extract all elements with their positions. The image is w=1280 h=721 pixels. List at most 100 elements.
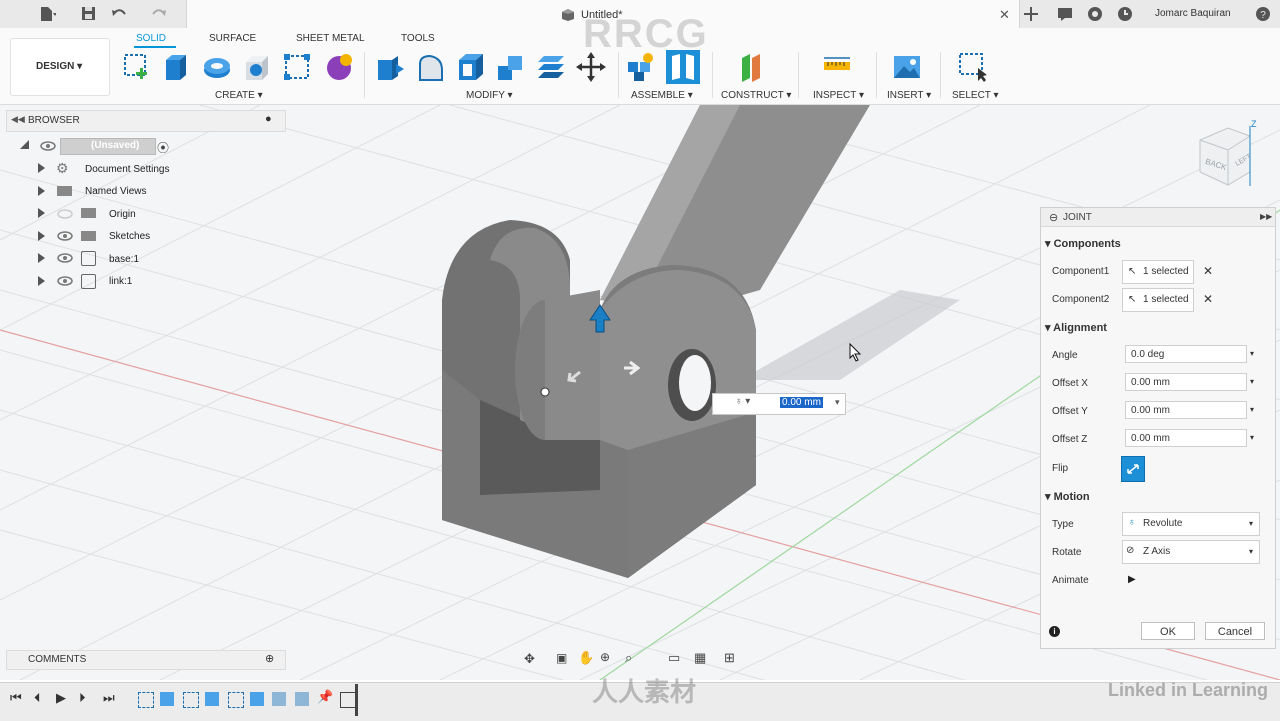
grid-settings-icon[interactable]: ▦ (694, 650, 706, 666)
expand-panel-icon[interactable]: ▶▶ (1260, 212, 1272, 221)
expand-sketches-icon[interactable] (38, 231, 45, 241)
hole-icon[interactable] (242, 52, 272, 82)
browser-item-link[interactable]: link:1 (109, 276, 132, 287)
group-inspect[interactable]: INSPECT ▾ (813, 90, 864, 101)
expand-base-icon[interactable] (38, 253, 45, 263)
chevron-down-icon[interactable]: ▾ (835, 397, 840, 408)
collapse-panel-icon[interactable]: ◀◀ (11, 114, 25, 125)
create-form-icon[interactable] (324, 52, 354, 82)
chevron-down-icon[interactable]: ▾ (1249, 519, 1253, 528)
browser-item-sketches[interactable]: Sketches (109, 231, 150, 242)
visibility-eye-icon[interactable] (57, 230, 73, 242)
clear-component1-icon[interactable]: ✕ (1203, 264, 1213, 278)
group-insert[interactable]: INSERT ▾ (887, 90, 931, 101)
motion-type-select[interactable]: Revolute (1122, 512, 1260, 536)
angle-input[interactable]: 0.0 deg (1125, 345, 1247, 363)
shell-icon[interactable] (456, 52, 486, 82)
visibility-eye-icon[interactable] (57, 252, 73, 264)
new-tab-icon[interactable] (1022, 5, 1040, 23)
group-select[interactable]: SELECT ▾ (952, 90, 999, 101)
activate-radio-icon[interactable]: ⦿ (157, 139, 169, 156)
offset-y-input[interactable]: 0.00 mm (1125, 401, 1247, 419)
offset-plane-icon[interactable] (738, 52, 768, 82)
redo-icon[interactable] (150, 5, 168, 23)
browser-item-origin[interactable]: Origin (109, 209, 136, 220)
select-icon[interactable] (958, 52, 988, 82)
expand-document-settings-icon[interactable] (38, 163, 45, 173)
tab-surface[interactable]: SURFACE (209, 33, 256, 44)
group-assemble[interactable]: ASSEMBLE ▾ (631, 90, 693, 101)
section-motion[interactable]: ▾ Motion (1045, 490, 1090, 503)
browser-item-document-settings[interactable]: Document Settings (85, 164, 170, 175)
timeline-component-feature[interactable] (272, 692, 286, 706)
chevron-down-icon[interactable]: ▾ (1250, 349, 1254, 358)
fit-zoom-icon[interactable]: ⌕ (625, 650, 632, 666)
group-modify[interactable]: MODIFY ▾ (466, 90, 513, 101)
timeline-extrude-feature[interactable] (250, 692, 264, 706)
cancel-button[interactable]: Cancel (1205, 622, 1265, 640)
file-icon[interactable] (38, 5, 56, 23)
flip-button[interactable] (1121, 456, 1145, 482)
rotate-axis-select[interactable]: Z Axis (1122, 540, 1260, 564)
browser-root-item[interactable]: (Unsaved) (60, 138, 156, 155)
group-construct[interactable]: CONSTRUCT ▾ (721, 90, 791, 101)
timeline-sketch-feature[interactable] (138, 692, 154, 708)
expand-named-views-icon[interactable] (38, 186, 45, 196)
step-forward-icon[interactable]: ⏵ (79, 690, 86, 706)
close-tab-icon[interactable]: ✕ (999, 7, 1010, 23)
expand-origin-icon[interactable] (38, 208, 45, 218)
revolve-icon[interactable] (202, 52, 232, 82)
measure-icon[interactable] (822, 52, 852, 82)
viewports-icon[interactable]: ⊞ (724, 650, 735, 666)
offset-x-input[interactable]: 0.00 mm (1125, 373, 1247, 391)
visibility-eye-icon[interactable] (40, 139, 56, 153)
joint-stop-icon[interactable]: ⊖ (1049, 211, 1058, 224)
orbit-icon[interactable]: ✥ (524, 651, 535, 667)
tab-solid[interactable]: SOLID (136, 33, 166, 44)
extrude-icon[interactable] (162, 52, 192, 82)
tab-tools[interactable]: TOOLS (401, 33, 435, 44)
chevron-down-icon[interactable]: ▾ (1250, 405, 1254, 414)
section-alignment[interactable]: ▾ Alignment (1045, 321, 1107, 334)
info-icon[interactable]: i (1049, 626, 1060, 637)
browser-item-base[interactable]: base:1 (109, 254, 139, 265)
timeline-sketch-feature[interactable] (228, 692, 244, 708)
expand-link-icon[interactable] (38, 276, 45, 286)
chevron-down-icon[interactable]: ▾ (1249, 547, 1253, 556)
pan-hand-icon[interactable]: ✋ (578, 650, 594, 666)
step-back-icon[interactable]: ⏴ (34, 690, 41, 706)
comments-panel[interactable]: COMMENTS ⊕ (6, 650, 286, 670)
offset-z-input[interactable]: 0.00 mm (1125, 429, 1247, 447)
chevron-down-icon[interactable]: ▾ (1250, 377, 1254, 386)
rectangular-pattern-icon[interactable] (282, 52, 312, 82)
play-animate-icon[interactable]: ▶ (1128, 574, 1136, 585)
zoom-icon[interactable]: ⊕ (600, 650, 610, 664)
go-to-end-icon[interactable]: ⏭ (103, 690, 115, 706)
create-sketch-icon[interactable] (122, 52, 152, 82)
add-comment-icon[interactable]: ⊕ (265, 652, 274, 665)
insert-image-icon[interactable] (892, 52, 922, 82)
clear-component2-icon[interactable]: ✕ (1203, 292, 1213, 306)
timeline-extrude-feature[interactable] (205, 692, 219, 706)
section-components[interactable]: ▾ Components (1045, 237, 1121, 250)
browser-header[interactable]: ◀◀ BROWSER ● (6, 110, 286, 132)
ok-button[interactable]: OK (1141, 622, 1195, 640)
timeline-marker[interactable] (355, 684, 358, 716)
browser-item-named-views[interactable]: Named Views (85, 186, 147, 197)
visibility-eye-icon[interactable] (57, 275, 73, 287)
display-settings-icon[interactable]: ▭ (668, 650, 680, 666)
save-icon[interactable] (80, 5, 98, 23)
timeline-component-feature[interactable] (295, 692, 309, 706)
revolute-icon[interactable]: ♁ ▾ (735, 396, 750, 407)
look-at-icon[interactable]: ▣ (556, 651, 567, 665)
fillet-icon[interactable] (416, 52, 446, 82)
combine-icon[interactable] (496, 52, 526, 82)
chevron-down-icon[interactable]: ▾ (1250, 433, 1254, 442)
expand-root-icon[interactable] (20, 140, 29, 149)
joint-header[interactable]: ⊖ JOINT ▶▶ (1041, 208, 1275, 227)
offset-face-icon[interactable] (536, 52, 566, 82)
job-status-icon[interactable] (1086, 5, 1104, 23)
clock-icon[interactable] (1116, 5, 1134, 23)
timeline-joint-feature[interactable] (340, 692, 356, 708)
press-pull-icon[interactable] (376, 52, 406, 82)
